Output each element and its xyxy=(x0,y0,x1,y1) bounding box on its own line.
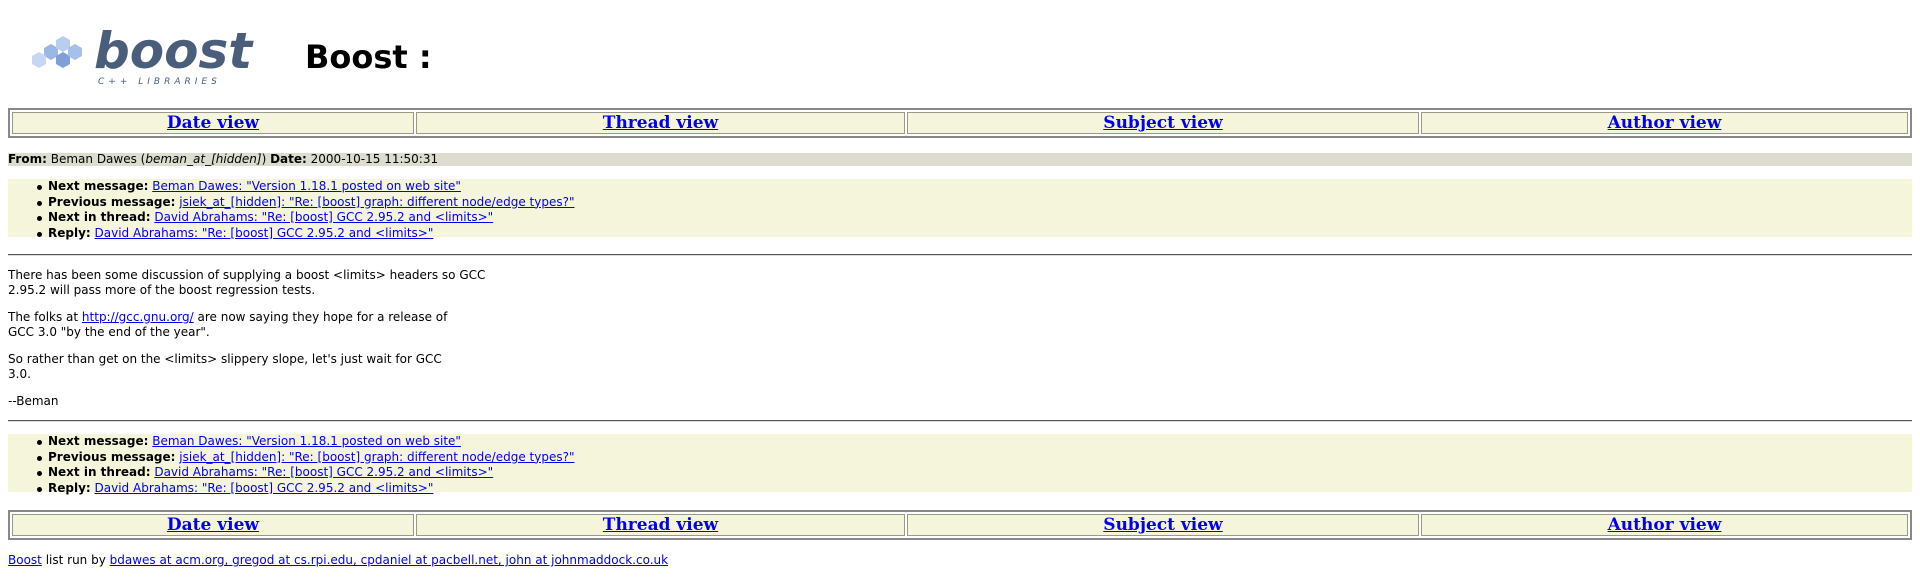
previous-message-link[interactable]: jsiek_at_[hidden]: "Re: [boost] graph: d… xyxy=(179,450,574,464)
nav-cell-thread: Thread view xyxy=(416,112,905,134)
nav-cell-author: Author view xyxy=(1421,514,1908,536)
nav-cell-date: Date view xyxy=(12,112,414,134)
subject-view-link[interactable]: Subject view xyxy=(1103,515,1222,535)
message-header: From: Beman Dawes (beman_at_[hidden]) Da… xyxy=(8,153,1912,166)
message-body: There has been some discussion of supply… xyxy=(8,268,485,421)
body-line: So rather than get on the <limits> slipp… xyxy=(8,352,442,366)
signature: --Beman xyxy=(8,394,59,408)
date-view-link[interactable]: Date view xyxy=(167,515,259,535)
maintainers-link[interactable]: bdawes at acm.org, gregod at cs.rpi.edu,… xyxy=(110,553,668,567)
svg-text:boost: boost xyxy=(94,26,254,80)
message-links-top: Next message: Beman Dawes: "Version 1.18… xyxy=(8,179,1912,240)
from-label: From: xyxy=(8,152,47,166)
body-paragraph: The folks at http://gcc.gnu.org/ are now… xyxy=(8,310,485,340)
nav-cell-author: Author view xyxy=(1421,112,1908,134)
thread-view-link[interactable]: Thread view xyxy=(603,515,718,535)
list-item: Previous message: jsiek_at_[hidden]: "Re… xyxy=(37,194,1912,211)
body-line: 2.95.2 will pass more of the boost regre… xyxy=(8,283,316,297)
next-in-thread-label: Next in thread: xyxy=(48,210,151,224)
next-message-label: Next message: xyxy=(48,434,149,448)
date-label: Date: xyxy=(270,152,307,166)
message-links-bottom: Next message: Beman Dawes: "Version 1.18… xyxy=(8,434,1912,495)
message-date: 2000-10-15 11:50:31 xyxy=(310,152,439,166)
next-message-label: Next message: xyxy=(48,179,149,193)
bottom-nav-bar: Date view Thread view Subject view Autho… xyxy=(8,510,1912,540)
divider xyxy=(8,420,1912,422)
next-in-thread-label: Next in thread: xyxy=(48,465,151,479)
next-in-thread-link[interactable]: David Abrahams: "Re: [boost] GCC 2.95.2 … xyxy=(154,210,493,224)
list-item: Next message: Beman Dawes: "Version 1.18… xyxy=(37,179,1912,195)
body-paragraph: So rather than get on the <limits> slipp… xyxy=(8,352,485,382)
reply-label: Reply: xyxy=(48,225,91,240)
hexagon-cluster-icon xyxy=(32,36,82,68)
from-email: beman_at_[hidden] xyxy=(145,152,262,166)
body-text: are now saying they hope for a release o… xyxy=(193,310,448,324)
body-line: 3.0. xyxy=(8,367,31,381)
nav-cell-date: Date view xyxy=(12,514,414,536)
next-message-link[interactable]: Beman Dawes: "Version 1.18.1 posted on w… xyxy=(152,434,461,448)
gcc-link[interactable]: http://gcc.gnu.org/ xyxy=(82,310,194,324)
date-view-link[interactable]: Date view xyxy=(167,113,259,133)
divider xyxy=(8,254,1912,256)
previous-message-link[interactable]: jsiek_at_[hidden]: "Re: [boost] graph: d… xyxy=(179,195,574,209)
body-paragraph: There has been some discussion of supply… xyxy=(8,268,485,298)
next-in-thread-link[interactable]: David Abrahams: "Re: [boost] GCC 2.95.2 … xyxy=(154,465,493,479)
from-name: Beman Dawes xyxy=(50,152,137,166)
subject-view-link[interactable]: Subject view xyxy=(1103,113,1222,133)
nav-cell-thread: Thread view xyxy=(416,514,905,536)
list-item: Previous message: jsiek_at_[hidden]: "Re… xyxy=(37,449,1912,466)
next-message-link[interactable]: Beman Dawes: "Version 1.18.1 posted on w… xyxy=(152,179,461,193)
list-item: Reply: David Abrahams: "Re: [boost] GCC … xyxy=(37,225,1912,242)
body-text: The folks at xyxy=(8,310,82,324)
list-item: Next in thread: David Abrahams: "Re: [bo… xyxy=(37,465,1912,481)
top-nav-bar: Date view Thread view Subject view Autho… xyxy=(8,108,1912,138)
author-view-link[interactable]: Author view xyxy=(1608,113,1722,133)
list-item: Reply: David Abrahams: "Re: [boost] GCC … xyxy=(37,480,1912,497)
nav-cell-subject: Subject view xyxy=(907,514,1419,536)
boost-home-link[interactable]: Boost xyxy=(8,553,42,567)
list-item: Next message: Beman Dawes: "Version 1.18… xyxy=(37,434,1912,450)
body-line: There has been some discussion of supply… xyxy=(8,268,486,282)
previous-message-label: Previous message: xyxy=(48,194,176,209)
reply-link[interactable]: David Abrahams: "Re: [boost] GCC 2.95.2 … xyxy=(95,481,434,495)
boost-logo: boost C++ LIBRARIES xyxy=(32,26,254,87)
reply-label: Reply: xyxy=(48,480,91,495)
svg-text:C++ LIBRARIES: C++ LIBRARIES xyxy=(98,77,221,87)
author-view-link[interactable]: Author view xyxy=(1608,515,1722,535)
previous-message-label: Previous message: xyxy=(48,449,176,464)
footer-text: list run by xyxy=(41,553,110,567)
nav-cell-subject: Subject view xyxy=(907,112,1419,134)
reply-link[interactable]: David Abrahams: "Re: [boost] GCC 2.95.2 … xyxy=(95,226,434,240)
thread-view-link[interactable]: Thread view xyxy=(603,113,718,133)
list-item: Next in thread: David Abrahams: "Re: [bo… xyxy=(37,210,1912,226)
page-header: boost C++ LIBRARIES Boost : xyxy=(0,0,1920,104)
page-title: Boost : xyxy=(305,38,432,76)
page-footer: Boost list run by bdawes at acm.org, gre… xyxy=(8,553,668,567)
body-line: GCC 3.0 "by the end of the year". xyxy=(8,325,210,339)
